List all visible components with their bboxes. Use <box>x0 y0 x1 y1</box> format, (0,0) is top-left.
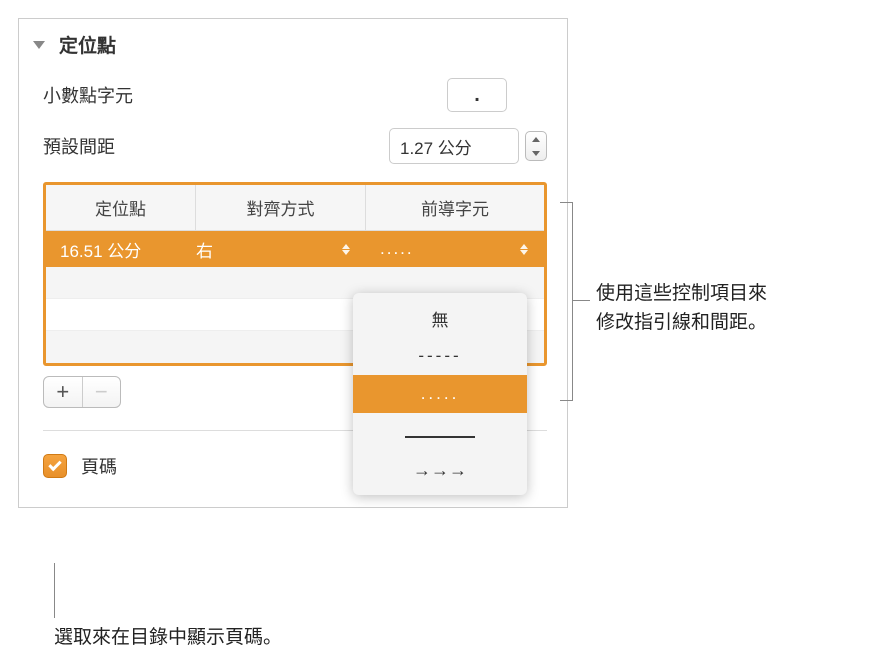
decimal-label: 小數點字元 <box>43 82 133 108</box>
leader-dropdown: 無 ----- ..... →→→ <box>353 293 527 495</box>
page-number-checkbox[interactable] <box>43 454 67 478</box>
page-number-label: 頁碼 <box>81 453 117 479</box>
leader-option-dots[interactable]: ..... <box>353 375 527 413</box>
leader-option-arrows[interactable]: →→→ <box>353 451 527 489</box>
callout-line <box>54 563 55 618</box>
add-remove-control: + − <box>43 376 121 408</box>
spacing-row: 預設間距 1.27 公分 <box>19 122 567 174</box>
decimal-row: 小數點字元 . <box>19 72 567 122</box>
callout-line <box>560 400 572 401</box>
th-tabstop[interactable]: 定位點 <box>46 185 196 230</box>
spacing-label: 預設間距 <box>43 133 115 159</box>
callout-controls-text: 使用這些控制項目來 修改指引線和間距。 <box>596 280 767 337</box>
spacing-control: 1.27 公分 <box>389 128 547 164</box>
alignment-value: 右 <box>196 237 213 262</box>
updown-icon <box>520 244 528 255</box>
section-title: 定位點 <box>59 31 116 58</box>
th-leader[interactable]: 前導字元 <box>366 185 544 230</box>
callout-line <box>560 202 572 203</box>
leader-option-none[interactable]: 無 <box>353 299 527 337</box>
cell-tabstop[interactable]: 16.51 公分 <box>46 237 196 262</box>
stepper-down-icon[interactable] <box>526 146 546 160</box>
spacing-stepper[interactable] <box>525 131 547 161</box>
stepper-up-icon[interactable] <box>526 132 546 146</box>
section-header[interactable]: 定位點 <box>19 19 567 72</box>
th-alignment[interactable]: 對齊方式 <box>196 185 366 230</box>
table-header-row: 定位點 對齊方式 前導字元 <box>46 185 544 231</box>
table-row[interactable]: 16.51 公分 右 ..... <box>46 231 544 267</box>
leader-option-dashes[interactable]: ----- <box>353 337 527 375</box>
chevron-down-icon <box>33 41 45 49</box>
add-button[interactable]: + <box>44 377 83 407</box>
callout-line1: 使用這些控制項目來 <box>596 280 767 309</box>
spacing-input[interactable]: 1.27 公分 <box>389 128 519 164</box>
callout-checkbox-text: 選取來在目錄中顯示頁碼。 <box>54 622 282 649</box>
callout-line <box>572 300 590 301</box>
cell-leader[interactable]: ..... <box>366 239 544 259</box>
decimal-input[interactable]: . <box>447 78 507 112</box>
cell-alignment[interactable]: 右 <box>196 237 366 262</box>
remove-button[interactable]: − <box>83 377 121 407</box>
updown-icon <box>342 244 350 255</box>
callout-line <box>572 202 573 401</box>
check-icon <box>48 458 61 471</box>
callout-line2: 修改指引線和間距。 <box>596 309 767 338</box>
leader-value: ..... <box>380 239 414 259</box>
leader-option-underline[interactable] <box>353 413 527 451</box>
